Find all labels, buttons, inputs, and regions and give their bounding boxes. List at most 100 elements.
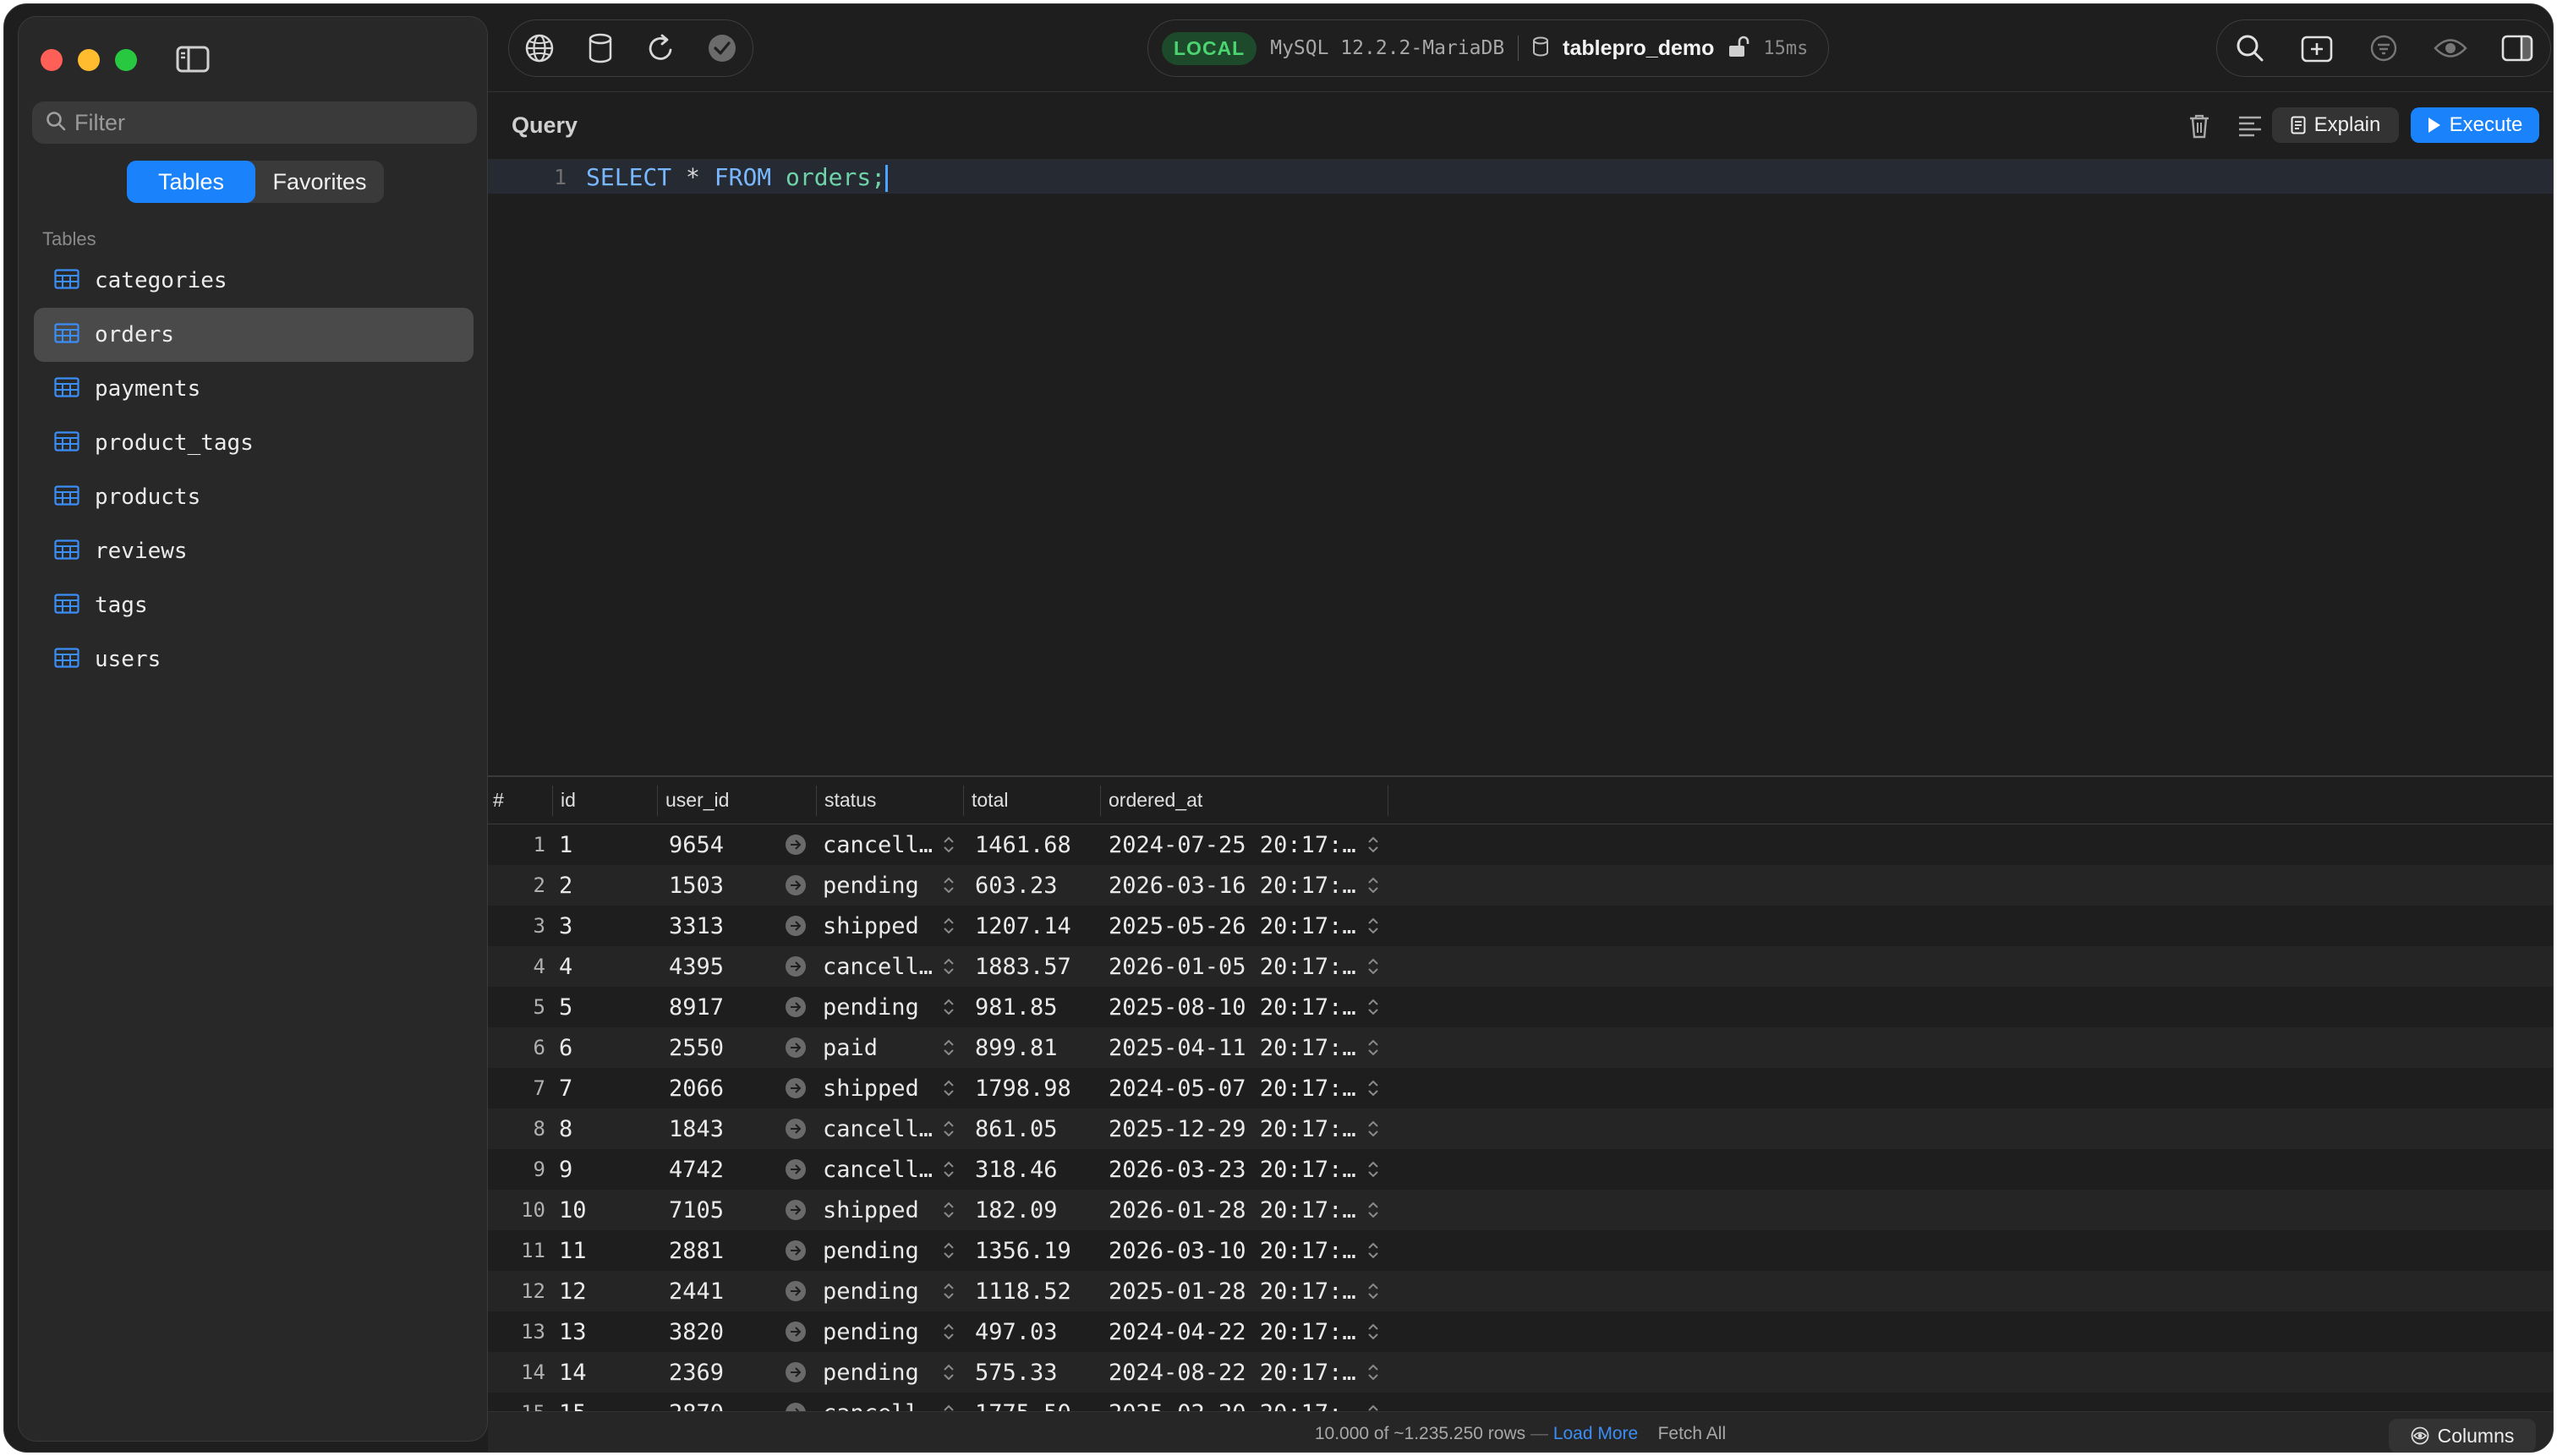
cell-rownum[interactable]: 5 [488, 987, 545, 1027]
cell-ordered_at[interactable]: 2024-07-25 20:17:… [1109, 824, 1362, 865]
cell-id[interactable]: 14 [559, 1352, 652, 1393]
new-tab-button[interactable] [2286, 19, 2347, 77]
zoom-window-button[interactable] [115, 49, 137, 71]
chevron-up-down-icon[interactable] [941, 1037, 956, 1058]
cell-rownum[interactable]: 8 [488, 1108, 545, 1149]
cell-rownum[interactable]: 7 [488, 1068, 545, 1108]
cell-user_id[interactable]: 2369 [669, 1352, 770, 1393]
execute-button[interactable]: Execute [2411, 107, 2539, 143]
chevron-up-down-icon[interactable] [941, 1119, 956, 1139]
cell-id[interactable]: 1 [559, 824, 652, 865]
cell-status[interactable]: cancell… [823, 1393, 941, 1412]
filter-rows-button[interactable] [2353, 19, 2414, 77]
cell-id[interactable]: 11 [559, 1230, 652, 1271]
cell-status[interactable]: pending [823, 1352, 941, 1393]
table-row[interactable]: 12 12 2441 pending 1118.52 2025-01-28 20:17:… [488, 1271, 2553, 1311]
sidebar-item-orders[interactable]: orders [34, 308, 474, 362]
cell-user_id[interactable]: 4742 [669, 1149, 770, 1190]
foreign-key-arrow-icon[interactable] [786, 1362, 806, 1382]
chevron-up-down-icon[interactable] [941, 1240, 956, 1261]
table-row[interactable]: 10 10 7105 shipped 182.09 2026-01-28 20:17:… [488, 1190, 2553, 1230]
cell-total[interactable]: 1798.98 [975, 1068, 1093, 1108]
column-divider[interactable] [657, 785, 658, 816]
cell-rownum[interactable]: 15 [488, 1393, 545, 1411]
table-row[interactable]: 15 15 2870 cancell… 1775.50 2025-02-20 20:17:… [488, 1393, 2553, 1411]
cell-total[interactable]: 1883.57 [975, 946, 1093, 987]
cell-user_id[interactable]: 3820 [669, 1311, 770, 1352]
tab-favorites[interactable]: Favorites [255, 161, 384, 203]
cell-total[interactable]: 981.85 [975, 987, 1093, 1027]
chevron-up-down-icon[interactable] [941, 1403, 956, 1411]
column-divider[interactable] [552, 785, 553, 816]
foreign-key-arrow-icon[interactable] [786, 1322, 806, 1342]
cell-status[interactable]: shipped [823, 1068, 941, 1108]
cell-ordered_at[interactable]: 2026-01-05 20:17:… [1109, 946, 1362, 987]
cell-total[interactable]: 575.33 [975, 1352, 1093, 1393]
chevron-up-down-icon[interactable] [1366, 1362, 1381, 1382]
column-divider[interactable] [816, 785, 817, 816]
foreign-key-arrow-icon[interactable] [786, 997, 806, 1017]
cell-id[interactable]: 12 [559, 1271, 652, 1311]
cell-status[interactable]: paid [823, 1027, 941, 1068]
cell-total[interactable]: 899.81 [975, 1027, 1093, 1068]
cell-user_id[interactable]: 2066 [669, 1068, 770, 1108]
cell-status[interactable]: pending [823, 987, 941, 1027]
cell-ordered_at[interactable]: 2026-03-16 20:17:… [1109, 865, 1362, 906]
cell-user_id[interactable]: 4395 [669, 946, 770, 987]
cell-status[interactable]: cancell… [823, 1108, 941, 1149]
cell-rownum[interactable]: 6 [488, 1027, 545, 1068]
table-row[interactable]: 5 5 8917 pending 981.85 2025-08-10 20:17:… [488, 987, 2553, 1027]
table-row[interactable]: 6 6 2550 paid 899.81 2025-04-11 20:17:… [488, 1027, 2553, 1068]
sidebar-item-product_tags[interactable]: product_tags [34, 416, 474, 470]
sidebar-item-reviews[interactable]: reviews [34, 524, 474, 578]
cell-total[interactable]: 861.05 [975, 1108, 1093, 1149]
cell-rownum[interactable]: 9 [488, 1149, 545, 1190]
column-header-rownum[interactable]: # [488, 777, 504, 824]
tab-tables[interactable]: Tables [127, 161, 255, 203]
foreign-key-arrow-icon[interactable] [786, 1078, 806, 1098]
sidebar-toggle-icon[interactable] [176, 46, 210, 73]
cell-total[interactable]: 497.03 [975, 1311, 1093, 1352]
table-row[interactable]: 11 11 2881 pending 1356.19 2026-03-10 20:17:… [488, 1230, 2553, 1271]
connection-status-pill[interactable]: LOCAL MySQL 12.2.2-MariaDB tablepro_demo… [1147, 19, 1829, 77]
columns-button[interactable]: Columns [2389, 1419, 2536, 1452]
cell-ordered_at[interactable]: 2026-01-28 20:17:… [1109, 1190, 1362, 1230]
cell-id[interactable]: 8 [559, 1108, 652, 1149]
clear-query-button[interactable] [2182, 109, 2216, 143]
format-query-button[interactable] [2233, 109, 2267, 143]
cell-rownum[interactable]: 1 [488, 824, 545, 865]
table-row[interactable]: 2 2 1503 pending 603.23 2026-03-16 20:17:… [488, 865, 2553, 906]
cell-user_id[interactable]: 1503 [669, 865, 770, 906]
chevron-up-down-icon[interactable] [1366, 916, 1381, 936]
chevron-up-down-icon[interactable] [1366, 1037, 1381, 1058]
cell-user_id[interactable]: 2441 [669, 1271, 770, 1311]
globe-button[interactable] [509, 19, 570, 77]
commit-button[interactable] [692, 19, 753, 77]
foreign-key-arrow-icon[interactable] [786, 1159, 806, 1180]
cell-user_id[interactable]: 1843 [669, 1108, 770, 1149]
chevron-up-down-icon[interactable] [941, 835, 956, 855]
chevron-up-down-icon[interactable] [941, 997, 956, 1017]
column-header-id[interactable]: id [556, 777, 576, 824]
foreign-key-arrow-icon[interactable] [786, 835, 806, 855]
chevron-up-down-icon[interactable] [941, 1200, 956, 1220]
foreign-key-arrow-icon[interactable] [786, 1281, 806, 1301]
cell-total[interactable]: 1207.14 [975, 906, 1093, 946]
cell-rownum[interactable]: 12 [488, 1271, 545, 1311]
chevron-up-down-icon[interactable] [941, 1362, 956, 1382]
cell-ordered_at[interactable]: 2024-04-22 20:17:… [1109, 1311, 1362, 1352]
cell-ordered_at[interactable]: 2024-08-22 20:17:… [1109, 1352, 1362, 1393]
table-row[interactable]: 8 8 1843 cancell… 861.05 2025-12-29 20:17:… [488, 1108, 2553, 1149]
cell-status[interactable]: pending [823, 1311, 941, 1352]
table-row[interactable]: 3 3 3313 shipped 1207.14 2025-05-26 20:17:… [488, 906, 2553, 946]
cell-status[interactable]: pending [823, 1230, 941, 1271]
column-header-user_id[interactable]: user_id [660, 777, 729, 824]
sidebar-item-users[interactable]: users [34, 632, 474, 687]
cell-user_id[interactable]: 2870 [669, 1393, 770, 1412]
sidebar-item-payments[interactable]: payments [34, 362, 474, 416]
cell-total[interactable]: 1775.50 [975, 1393, 1093, 1412]
cell-id[interactable]: 2 [559, 865, 652, 906]
preview-button[interactable] [2420, 19, 2481, 77]
cell-status[interactable]: shipped [823, 906, 941, 946]
cell-total[interactable]: 1461.68 [975, 824, 1093, 865]
